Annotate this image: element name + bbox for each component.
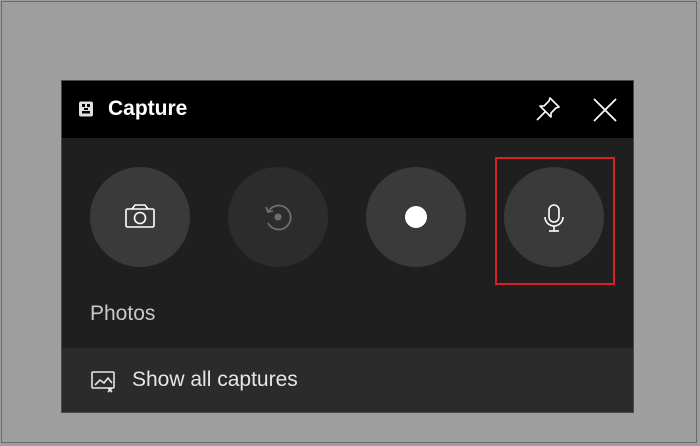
- pin-button[interactable]: [532, 93, 564, 125]
- camera-icon: [125, 204, 155, 228]
- gallery-icon: [90, 368, 118, 394]
- replay-icon: [265, 204, 292, 231]
- show-all-captures-label: Show all captures: [132, 368, 298, 391]
- microphone-highlight-box: [495, 157, 615, 285]
- record-last-button[interactable]: [228, 167, 328, 267]
- capture-widget-icon: [78, 101, 94, 117]
- record-dot-icon: [405, 206, 427, 228]
- screenshot-button[interactable]: [90, 167, 190, 267]
- widget-title: Capture: [108, 97, 188, 120]
- capture-widget: Capture Photos Show all captures: [61, 80, 634, 413]
- photos-section-label: Photos: [90, 302, 156, 325]
- pin-icon: [536, 97, 560, 121]
- show-all-captures-button[interactable]: Show all captures: [62, 348, 633, 412]
- close-icon: [593, 98, 617, 122]
- start-recording-button[interactable]: [366, 167, 466, 267]
- close-button[interactable]: [588, 93, 622, 127]
- widget-titlebar: Capture: [62, 81, 633, 138]
